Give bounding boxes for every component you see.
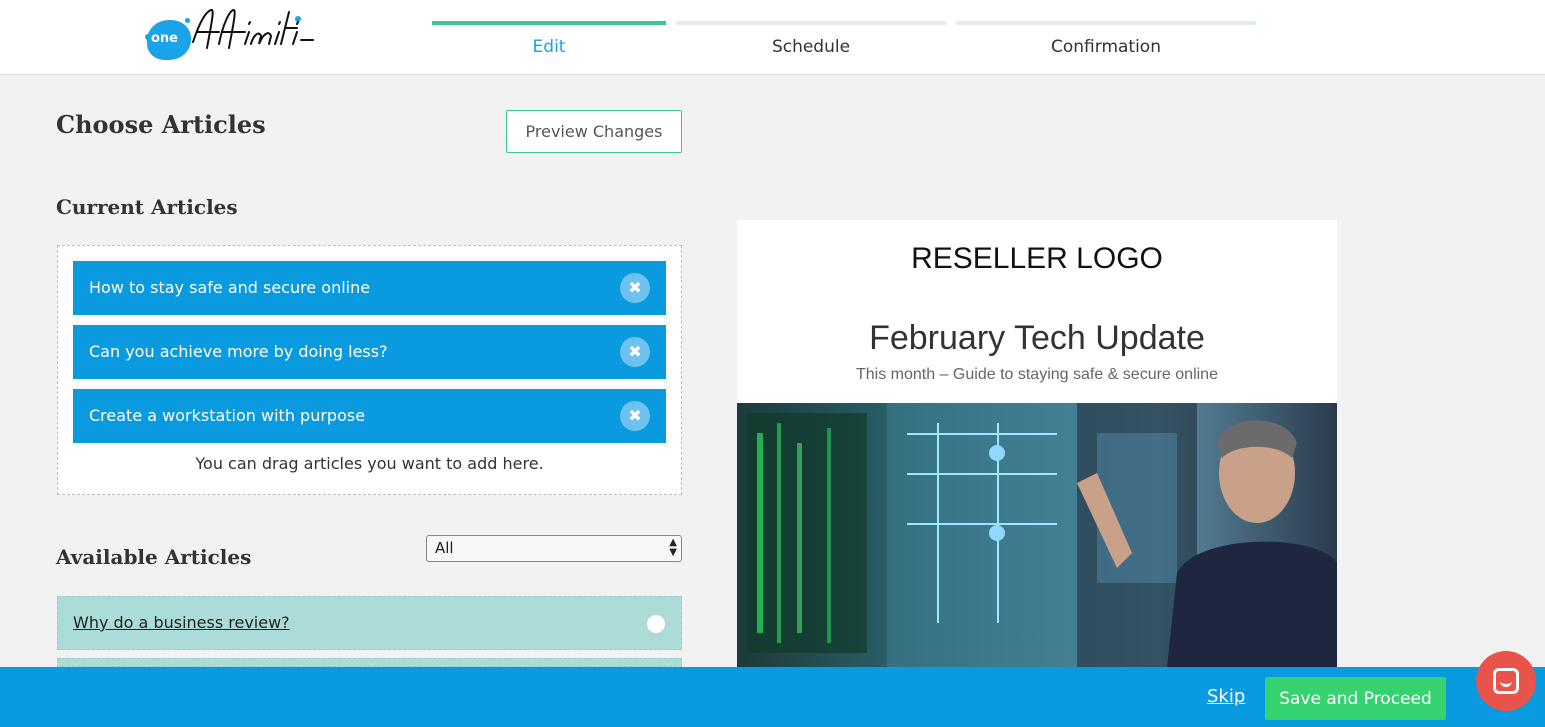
chat-icon xyxy=(1493,668,1519,694)
save-and-proceed-button[interactable]: Save and Proceed xyxy=(1265,677,1446,720)
page-title: Choose Articles xyxy=(56,110,266,139)
article-title: Can you achieve more by doing less? xyxy=(89,342,388,361)
current-article-item[interactable]: Create a workstation with purpose ✖ xyxy=(73,389,666,443)
close-icon[interactable]: ✖ xyxy=(620,337,650,367)
article-title: Create a workstation with purpose xyxy=(89,406,366,425)
step-tab-schedule[interactable]: Schedule xyxy=(676,21,946,75)
brand-logo[interactable]: one xyxy=(145,4,315,60)
filter-selected-value: All xyxy=(435,539,454,557)
article-title: How to stay safe and secure online xyxy=(89,278,371,297)
preview-subtitle: This month – Guide to staying safe & sec… xyxy=(856,366,1218,383)
current-articles-heading: Current Articles xyxy=(56,195,238,219)
logo-splash-dot xyxy=(145,34,151,40)
step-label: Schedule xyxy=(771,37,851,57)
available-articles-heading: Available Articles xyxy=(56,545,252,569)
select-arrows-icon: ▲ ▼ xyxy=(669,537,677,558)
bottom-action-bar: Skip Save and Proceed xyxy=(0,667,1545,727)
available-article-item-partial[interactable] xyxy=(57,658,682,667)
newsletter-preview: RESELLER LOGO February Tech Update This … xyxy=(737,220,1337,667)
step-label: Confirmation xyxy=(1051,37,1161,57)
logo-badge-text: one xyxy=(151,31,179,46)
select-radio-icon[interactable] xyxy=(647,615,665,633)
article-title-link[interactable]: Why do a business review? xyxy=(73,613,290,632)
current-article-item[interactable]: How to stay safe and secure online ✖ xyxy=(73,261,666,315)
current-articles-dropzone[interactable]: How to stay safe and secure online ✖ Can… xyxy=(57,245,682,495)
available-article-item[interactable]: Why do a business review? xyxy=(57,596,682,650)
article-filter-select[interactable]: All ▲ ▼ xyxy=(426,535,682,562)
step-label: Edit xyxy=(532,37,566,57)
preview-title: February Tech Update xyxy=(869,319,1205,357)
step-tab-confirmation[interactable]: Confirmation xyxy=(956,21,1256,75)
skip-link[interactable]: Skip xyxy=(1207,686,1245,707)
chat-launcher-button[interactable] xyxy=(1476,651,1536,711)
close-icon[interactable]: ✖ xyxy=(620,401,650,431)
logo-script-wordmark xyxy=(192,9,314,49)
preview-logo-placeholder: RESELLER LOGO xyxy=(911,242,1163,275)
preview-changes-button[interactable]: Preview Changes xyxy=(506,110,682,153)
drag-hint-text: You can drag articles you want to add he… xyxy=(195,454,544,473)
close-icon[interactable]: ✖ xyxy=(620,273,650,303)
step-tab-edit[interactable]: Edit xyxy=(432,21,666,75)
preview-hero-image xyxy=(737,403,1337,667)
current-article-item[interactable]: Can you achieve more by doing less? ✖ xyxy=(73,325,666,379)
top-navigation-bar: one Edit Schedule Confirmation xyxy=(0,0,1545,75)
